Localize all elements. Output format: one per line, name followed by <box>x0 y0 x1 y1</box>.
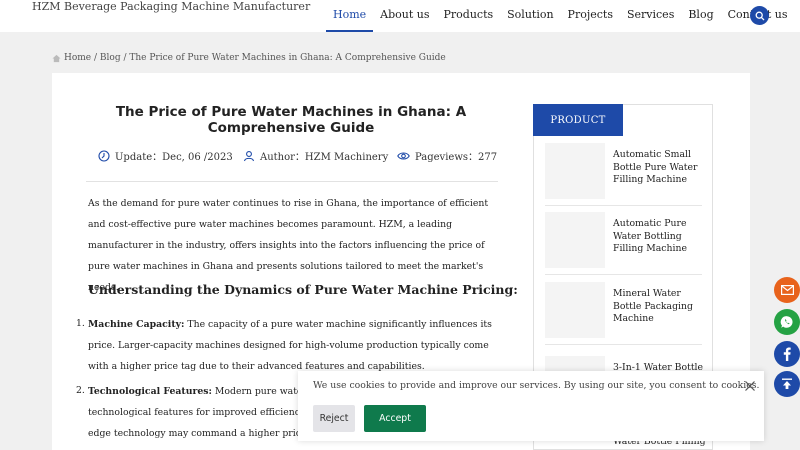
pageviews-count: Pageviews：277 <box>415 152 498 163</box>
product-link[interactable]: Automatic Small Bottle Pure Water Fillin… <box>613 149 708 187</box>
product-link[interactable]: Mineral Water Bottle Packaging Machine <box>613 288 708 326</box>
back-to-top-icon <box>782 378 792 389</box>
nav-home[interactable]: Home <box>326 0 374 32</box>
product-tab[interactable]: PRODUCT <box>533 104 623 136</box>
nav-services[interactable]: Services <box>620 0 681 32</box>
search-button[interactable] <box>750 6 769 25</box>
breadcrumb-current: The Price of Pure Water Machines in Ghan… <box>129 53 446 63</box>
nav-projects[interactable]: Projects <box>561 0 620 32</box>
product-separator <box>545 274 702 275</box>
section-heading: Understanding the Dynamics of Pure Water… <box>88 282 518 297</box>
search-icon <box>755 11 764 20</box>
close-icon[interactable] <box>744 380 756 392</box>
facebook-button[interactable] <box>774 341 800 367</box>
back-to-top-button[interactable] <box>774 371 800 397</box>
breadcrumb-separator: / <box>120 53 130 63</box>
clock-icon <box>98 149 110 162</box>
eye-icon <box>397 151 410 160</box>
site-header: HZM Beverage Packaging Machine Manufactu… <box>0 0 800 32</box>
email-button[interactable] <box>774 277 800 303</box>
meta-author: Author：HZM Machinery <box>243 148 388 163</box>
nav-solution[interactable]: Solution <box>500 0 560 32</box>
cookie-message: We use cookies to provide and improve ou… <box>313 380 760 391</box>
cookie-banner: We use cookies to provide and improve ou… <box>298 371 764 441</box>
breadcrumb-separator: / <box>91 53 100 63</box>
nav-about-us[interactable]: About us <box>373 0 436 32</box>
breadcrumb-home[interactable]: Home <box>64 53 91 63</box>
home-icon <box>52 54 61 62</box>
user-icon <box>243 150 255 161</box>
author-name: Author：HZM Machinery <box>260 152 389 163</box>
facebook-icon <box>783 347 791 361</box>
list-item-label: Technological Features: <box>88 386 212 397</box>
product-separator <box>545 205 702 206</box>
list-item: Machine Capacity: The capacity of a pure… <box>88 314 498 377</box>
list-number: 2. <box>76 385 85 396</box>
breadcrumb-blog[interactable]: Blog <box>100 53 121 63</box>
product-thumbnail[interactable] <box>545 282 605 338</box>
accept-cookies-button[interactable]: Accept <box>364 405 426 432</box>
nav-blog[interactable]: Blog <box>681 0 720 32</box>
meta-update: Update：Dec, 06 /2023 <box>98 148 233 163</box>
whatsapp-button[interactable] <box>774 309 800 335</box>
nav-products[interactable]: Products <box>437 0 501 32</box>
product-thumbnail[interactable] <box>545 212 605 268</box>
update-date: Update：Dec, 06 /2023 <box>115 152 233 163</box>
meta-pageviews: Pageviews：277 <box>397 148 497 163</box>
reject-cookies-button[interactable]: Reject <box>313 405 355 432</box>
breadcrumb: Home / Blog / The Price of Pure Water Ma… <box>52 53 446 63</box>
product-thumbnail[interactable] <box>545 143 605 199</box>
list-item-label: Machine Capacity: <box>88 319 185 330</box>
product-separator <box>545 344 702 345</box>
meta-divider <box>86 181 498 182</box>
product-link[interactable]: Automatic Pure Water Bottling Filling Ma… <box>613 218 708 256</box>
email-icon <box>780 285 794 295</box>
site-brand[interactable]: HZM Beverage Packaging Machine Manufactu… <box>32 0 310 13</box>
whatsapp-icon <box>780 316 793 328</box>
article-title: The Price of Pure Water Machines in Ghan… <box>115 104 467 136</box>
list-number: 1. <box>76 318 85 329</box>
main-nav: Home About us Products Solution Projects… <box>326 0 795 32</box>
